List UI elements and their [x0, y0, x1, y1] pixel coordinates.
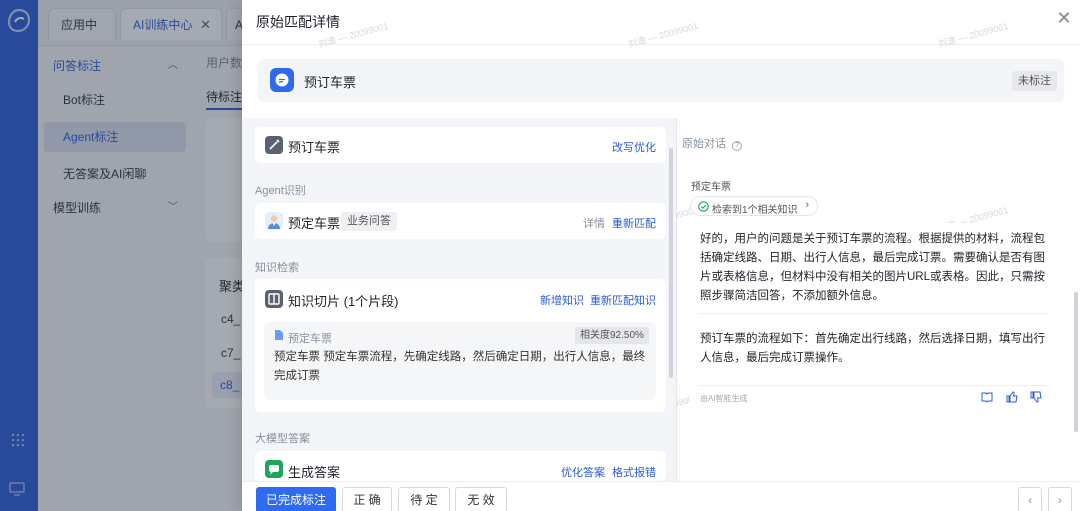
edit-wand-icon — [265, 136, 283, 154]
status-badge: 未标注 — [1012, 71, 1057, 91]
knowledge-title: 知识切片 (1个片段) — [288, 294, 399, 309]
relevance-badge: 相关度92.50% — [575, 327, 649, 344]
thumbs-down-icon[interactable] — [1030, 391, 1042, 403]
correct-button[interactable]: 正 确 — [342, 487, 392, 511]
agent-title: 预定车票 — [288, 216, 341, 231]
query-header: 预订车票 未标注 — [258, 59, 1064, 102]
query-title: 预订车票 — [304, 75, 357, 90]
next-record-button[interactable]: › — [1048, 487, 1072, 511]
document-icon — [274, 329, 284, 341]
chunk-title: 预定车票 — [288, 333, 332, 345]
watermark: 刘逸 — 20099001 — [627, 20, 700, 50]
thumbs-up-icon[interactable] — [1006, 391, 1018, 403]
add-knowledge-link[interactable]: 新增知识 — [540, 292, 584, 308]
scrollbar[interactable] — [669, 148, 673, 378]
pending-button[interactable]: 待 定 — [398, 487, 450, 511]
rewrite-card: 预订车票 改写优化 — [255, 127, 666, 163]
format-error-link[interactable]: 格式报错 — [612, 464, 656, 480]
check-circle-icon — [698, 201, 709, 212]
divider — [700, 385, 1048, 386]
answer-card: 生成答案 优化答案 格式报错 — [255, 451, 666, 481]
scrollbar[interactable] — [1074, 292, 1078, 432]
user-question: 预定车票 — [691, 182, 731, 193]
retrieval-chip-label: 检索到1个相关知识 — [712, 205, 798, 216]
knowledge-section-label: 知识检索 — [255, 262, 299, 274]
answer-title: 生成答案 — [288, 465, 341, 480]
chat-bubble-icon — [270, 68, 294, 92]
match-detail-drawer: 原始匹配详情 ✕ 刘逸 — 20099001 刘逸 — 20099001 刘逸 … — [242, 0, 1080, 511]
chunk-text: 预定车票 预定车票流程，先确定线路，然后确定日期，出行人信息，最终完成订票 — [274, 351, 646, 382]
prev-record-button[interactable]: ‹ — [1018, 487, 1042, 511]
chevron-right-icon: › — [805, 199, 809, 211]
original-dialog-label-text: 原始对话 — [682, 138, 726, 150]
agent-detail-link[interactable]: 详情 — [583, 215, 605, 231]
final-answer-text: 预订车票的流程如下：首先确定出行线路，然后选择日期，填写出行人信息，最后完成订票… — [700, 333, 1045, 364]
book-open-icon[interactable] — [981, 391, 993, 403]
invalid-button[interactable]: 无 效 — [455, 487, 507, 511]
panel-divider — [676, 118, 677, 481]
mark-done-button[interactable]: 已完成标注 — [256, 487, 336, 511]
agent-card: 预定车票 业务问答 详情 重新匹配 — [255, 203, 666, 239]
agent-section-label: Agent识别 — [255, 185, 306, 197]
drawer-title: 原始匹配详情 — [256, 14, 340, 30]
optimize-answer-link[interactable]: 优化答案 — [561, 464, 605, 480]
chat-icon — [265, 460, 283, 478]
original-dialog-label: 原始对话 ? — [682, 135, 743, 151]
match-trace-panel: 预订车票 改写优化 Agent识别 预定车票 业务问答 详情 重新匹配 知识检索… — [242, 118, 676, 481]
llm-section-label: 大模型答案 — [255, 433, 310, 445]
book-icon — [265, 290, 283, 308]
ai-generated-note: 由AI智能生成 — [700, 394, 748, 403]
rewrite-title: 预订车票 — [288, 140, 341, 155]
watermark: 刘逸 — 20099001 — [937, 20, 1010, 50]
rewrite-optimize-link[interactable]: 改写优化 — [612, 139, 656, 155]
reasoning-text: 好的，用户的问题是关于预订车票的流程。根据提供的材料，流程包括确定线路、日期、出… — [700, 233, 1046, 302]
agent-rematch-link[interactable]: 重新匹配 — [612, 215, 656, 231]
agent-type-tag: 业务问答 — [341, 212, 397, 231]
rematch-knowledge-link[interactable]: 重新匹配知识 — [590, 292, 656, 308]
doctor-avatar-icon — [265, 212, 283, 230]
help-icon[interactable]: ? — [732, 141, 743, 151]
divider — [700, 313, 1048, 314]
modal-overlay[interactable] — [0, 0, 242, 511]
close-icon[interactable]: ✕ — [1054, 8, 1074, 28]
